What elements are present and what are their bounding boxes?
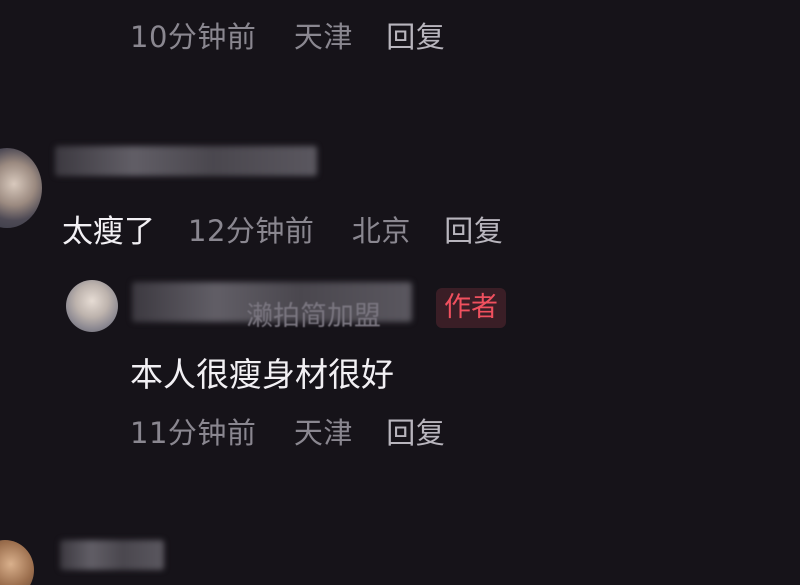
comment-section: 10分钟前 天津 回复 太瘦了 12分钟前 北京 回复 濑拍简加盟 作者 本人很… bbox=[0, 0, 800, 585]
reply-button[interactable]: 回复 bbox=[386, 14, 445, 56]
comment-time: 12分钟前 bbox=[188, 214, 315, 248]
comment-body-line: 太瘦了 bbox=[62, 206, 155, 251]
comment-meta-row: 12分钟前 北京 回复 bbox=[188, 208, 503, 250]
author-avatar[interactable] bbox=[66, 280, 118, 332]
reply-meta-row: 11分钟前 天津 回复 bbox=[130, 410, 445, 452]
reply-button[interactable]: 回复 bbox=[386, 410, 445, 452]
username-blurred[interactable] bbox=[60, 540, 164, 570]
author-username: 濑拍简加盟 bbox=[246, 301, 381, 332]
username-blurred[interactable] bbox=[55, 146, 317, 176]
avatar[interactable] bbox=[0, 540, 34, 585]
avatar[interactable] bbox=[0, 148, 42, 228]
author-badge: 作者 bbox=[436, 288, 506, 328]
comment-text: 太瘦了 bbox=[62, 214, 155, 250]
comment-location: 天津 bbox=[293, 20, 353, 54]
comment-location: 北京 bbox=[351, 214, 411, 248]
reply-button[interactable]: 回复 bbox=[444, 208, 503, 250]
comment-time: 10分钟前 bbox=[130, 20, 257, 54]
reply-time: 11分钟前 bbox=[130, 416, 257, 450]
reply-text: 本人很瘦身材很好 bbox=[130, 355, 394, 394]
reply-location: 天津 bbox=[293, 416, 353, 450]
comment-meta-row-top: 10分钟前 天津 回复 bbox=[130, 14, 445, 56]
